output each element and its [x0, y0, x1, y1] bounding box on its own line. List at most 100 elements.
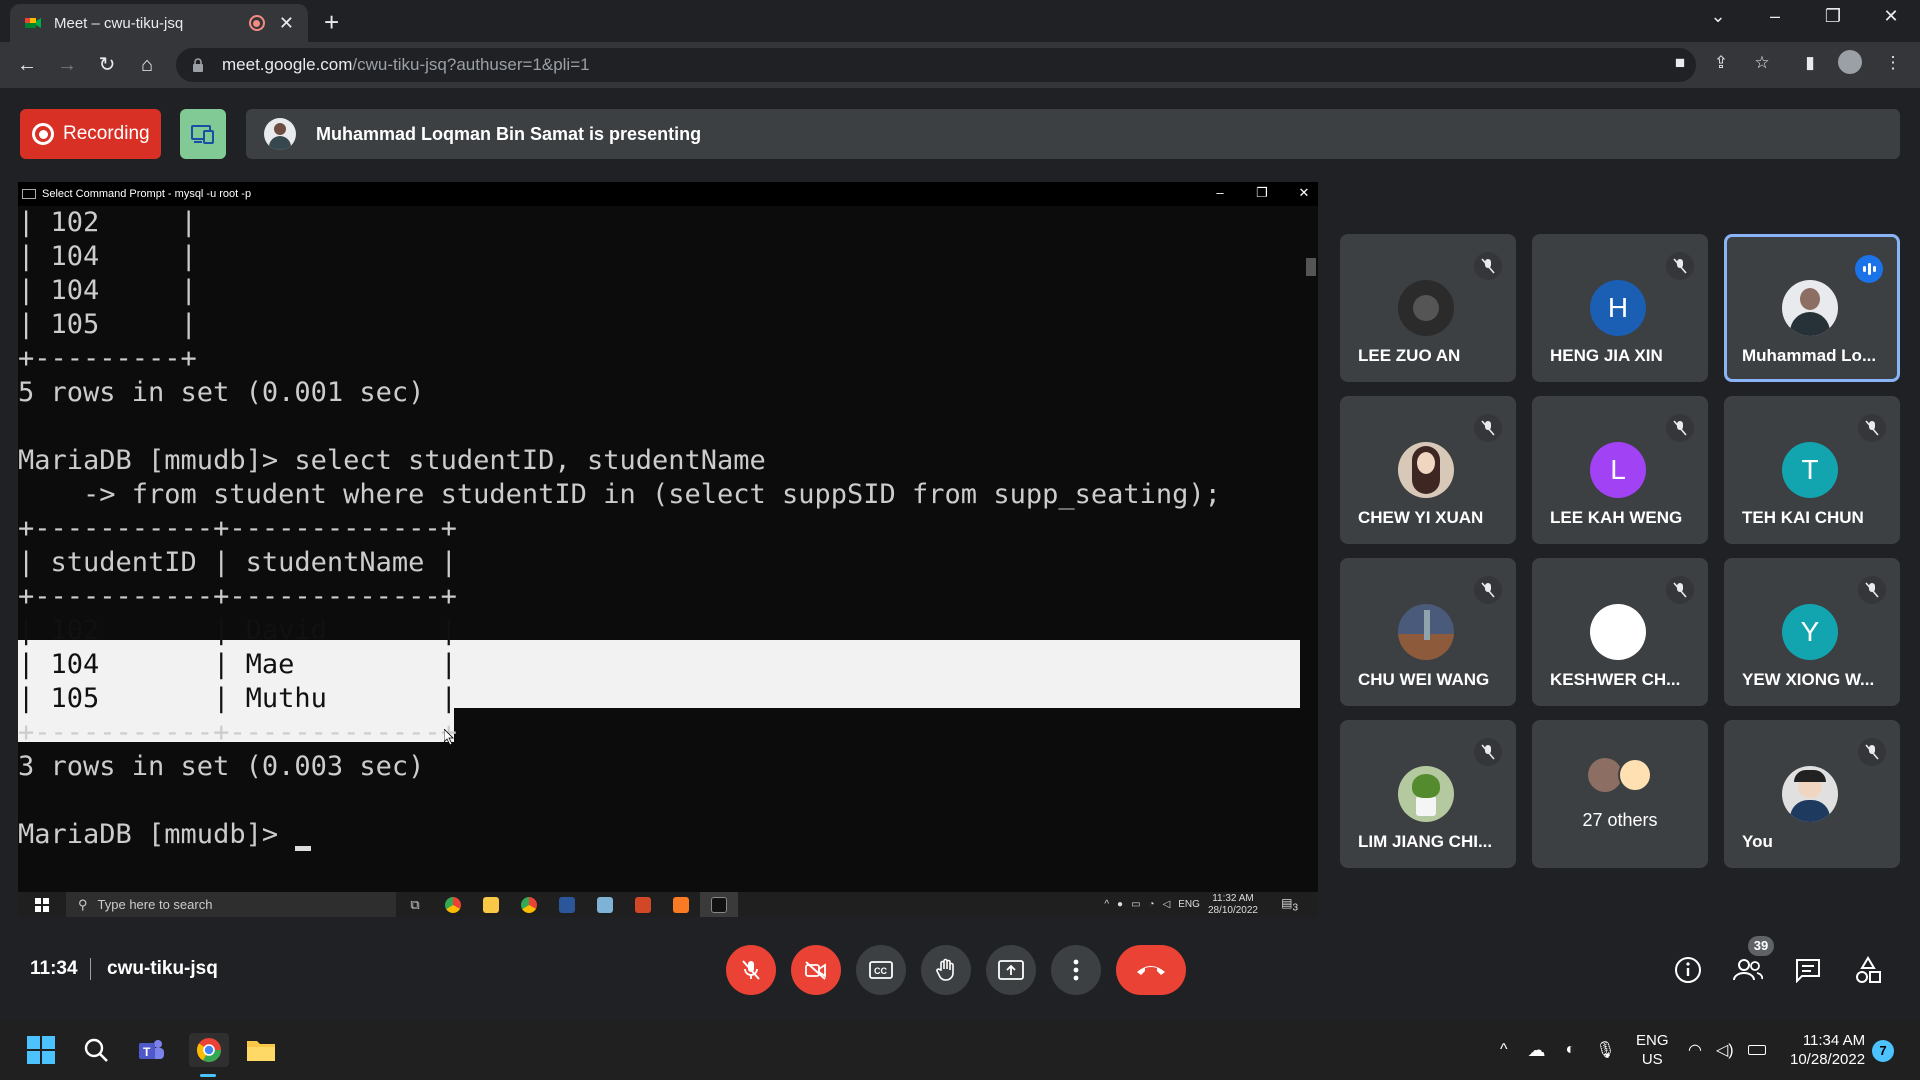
- participant-tile-self[interactable]: You: [1724, 720, 1900, 868]
- participant-name: TEH KAI CHUN: [1742, 508, 1864, 527]
- cmd-window-title: Select Command Prompt - mysql -u root -p: [42, 188, 252, 200]
- notification-badge[interactable]: 7: [1872, 1040, 1894, 1062]
- participant-avatar: [1398, 280, 1454, 336]
- recording-button[interactable]: Recording: [20, 109, 161, 159]
- restore-button[interactable]: ❐: [1818, 6, 1848, 27]
- terminal-cursor: [295, 846, 311, 851]
- record-icon: [32, 123, 54, 145]
- participant-tile[interactable]: Y YEW XIONG W...: [1724, 558, 1900, 706]
- terminal-line: | 104 |: [18, 241, 197, 272]
- tab-title: Meet – cwu-tiku-jsq: [54, 14, 184, 32]
- activities-button[interactable]: [1851, 953, 1885, 987]
- tray-time: 11:32 AM: [1212, 892, 1254, 904]
- browser-tab-meet[interactable]: Meet – cwu-tiku-jsq ✕: [10, 4, 308, 42]
- tray-lang: ENG: [1178, 899, 1200, 910]
- closed-captions-icon: CC: [869, 961, 893, 979]
- participant-tile[interactable]: CHU WEI WANG: [1340, 558, 1516, 706]
- mic-off-icon: [1858, 576, 1886, 604]
- home-icon[interactable]: ⌂: [134, 52, 160, 78]
- present-now-button[interactable]: [986, 945, 1036, 995]
- chrome-taskbar-button[interactable]: [189, 1033, 229, 1067]
- participant-tile-others[interactable]: 27 others: [1532, 720, 1708, 868]
- terminal-line: +-----------+-------------+: [18, 513, 457, 544]
- sync-icon[interactable]: ◐: [1566, 1041, 1576, 1059]
- toggle-mic-button[interactable]: [726, 945, 776, 995]
- terminal-line: 3 rows in set (0.003 sec): [18, 751, 425, 782]
- participant-tile[interactable]: T TEH KAI CHUN: [1724, 396, 1900, 544]
- show-hidden-icons-chevron-icon[interactable]: ^: [1500, 1041, 1508, 1059]
- chat-button[interactable]: [1791, 953, 1825, 987]
- terminal-output: | 102 | | 104 | | 104 | | 105 | +-------…: [18, 206, 1302, 892]
- volume-icon: ◁): [1715, 1042, 1734, 1059]
- more-options-button[interactable]: [1051, 945, 1101, 995]
- battery-icon: [1747, 1045, 1766, 1055]
- people-icon: [1733, 959, 1763, 981]
- participant-avatar: [1398, 442, 1454, 498]
- companion-mode-button[interactable]: [180, 109, 226, 159]
- participant-tile-active-speaker[interactable]: Muhammad Lo...: [1724, 234, 1900, 382]
- cmd-icon: [22, 189, 36, 199]
- tray-wifi-icon: ◔: [1148, 899, 1155, 910]
- shared-taskbar: ⚲ Type here to search ⧉ ^ ● ▭ ◔ ◁ ENG 11…: [18, 892, 1318, 917]
- recording-indicator-icon: [248, 15, 265, 31]
- notepad-icon: [586, 892, 624, 917]
- browser-menu-icon[interactable]: ⋮: [1880, 50, 1906, 76]
- participant-tile[interactable]: CHEW YI XUAN: [1340, 396, 1516, 544]
- camera-icon[interactable]: ■: [1667, 50, 1693, 76]
- participant-tile[interactable]: H HENG JIA XIN: [1532, 234, 1708, 382]
- file-explorer-taskbar-button[interactable]: [244, 1033, 278, 1067]
- share-icon[interactable]: ⇪: [1708, 50, 1734, 76]
- quick-settings[interactable]: ◠ ◁): [1688, 1020, 1766, 1080]
- leave-call-button[interactable]: [1116, 945, 1186, 995]
- terminal-line: | 105 | Muthu |: [18, 683, 457, 714]
- close-tab-icon[interactable]: ✕: [279, 13, 294, 34]
- lang-region: US: [1641, 1051, 1663, 1068]
- forward-icon[interactable]: →: [54, 52, 80, 78]
- windows-logo-icon: [27, 1036, 55, 1064]
- tray-date: 28/10/2022: [1207, 904, 1258, 916]
- cmd-restore-icon: ❐: [1256, 185, 1268, 200]
- participant-tile[interactable]: L LEE KAH WENG: [1532, 396, 1708, 544]
- input-language-indicator[interactable]: ENG US: [1636, 1031, 1669, 1069]
- mic-off-icon: [1666, 252, 1694, 280]
- meeting-details-button[interactable]: [1671, 953, 1705, 987]
- toggle-camera-button[interactable]: [791, 945, 841, 995]
- active-app-indicator: [200, 1074, 216, 1077]
- folder-icon: [247, 1041, 275, 1061]
- participant-tile[interactable]: KESHWER CH...: [1532, 558, 1708, 706]
- xampp-icon: [662, 892, 700, 917]
- cmd-app-icon: [700, 892, 738, 917]
- people-button[interactable]: [1731, 953, 1765, 987]
- tab-search-icon[interactable]: ⌄: [1703, 6, 1733, 27]
- bookmark-star-icon[interactable]: ☆: [1749, 50, 1775, 76]
- new-tab-button[interactable]: +: [324, 7, 339, 38]
- onedrive-cloud-icon[interactable]: ☁: [1528, 1040, 1546, 1061]
- participant-name: You: [1742, 832, 1773, 851]
- participant-avatar: [1782, 766, 1838, 822]
- tray-clock: 11:32 AM 28/10/2022: [1208, 893, 1258, 917]
- teams-taskbar-button[interactable]: T: [134, 1033, 168, 1067]
- mic-off-icon: [1474, 576, 1502, 604]
- close-window-button[interactable]: ✕: [1876, 6, 1906, 27]
- address-bar[interactable]: meet.google.com/cwu-tiku-jsq?authuser=1&…: [176, 48, 1696, 82]
- windows-start-button[interactable]: [24, 1033, 58, 1067]
- side-panel-icon[interactable]: ▮: [1797, 50, 1823, 76]
- captions-button[interactable]: CC: [856, 945, 906, 995]
- system-clock[interactable]: 11:34 AM 10/28/2022: [1790, 1031, 1865, 1069]
- tray-mic-icon: ●: [1117, 899, 1124, 910]
- profile-avatar[interactable]: [1838, 50, 1864, 76]
- shared-system-tray: ^ ● ▭ ◔ ◁ ENG 11:32 AM 28/10/2022: [1104, 892, 1258, 917]
- terminal-line: MariaDB [mmudb]> select studentID, stude…: [18, 445, 766, 476]
- taskbar-search-button[interactable]: [79, 1033, 113, 1067]
- reload-icon[interactable]: ↻: [94, 52, 120, 78]
- windows-start-icon: [18, 892, 66, 917]
- participant-tile[interactable]: LIM JIANG CHI...: [1340, 720, 1516, 868]
- participant-avatar: L: [1590, 442, 1646, 498]
- participant-tile[interactable]: LEE ZUO AN: [1340, 234, 1516, 382]
- participant-avatar: [1590, 604, 1646, 660]
- raise-hand-button[interactable]: [921, 945, 971, 995]
- microphone-icon[interactable]: 🎙: [1595, 1040, 1615, 1060]
- back-icon[interactable]: ←: [14, 52, 40, 78]
- file-explorer-icon: [472, 892, 510, 917]
- minimize-button[interactable]: –: [1760, 6, 1790, 27]
